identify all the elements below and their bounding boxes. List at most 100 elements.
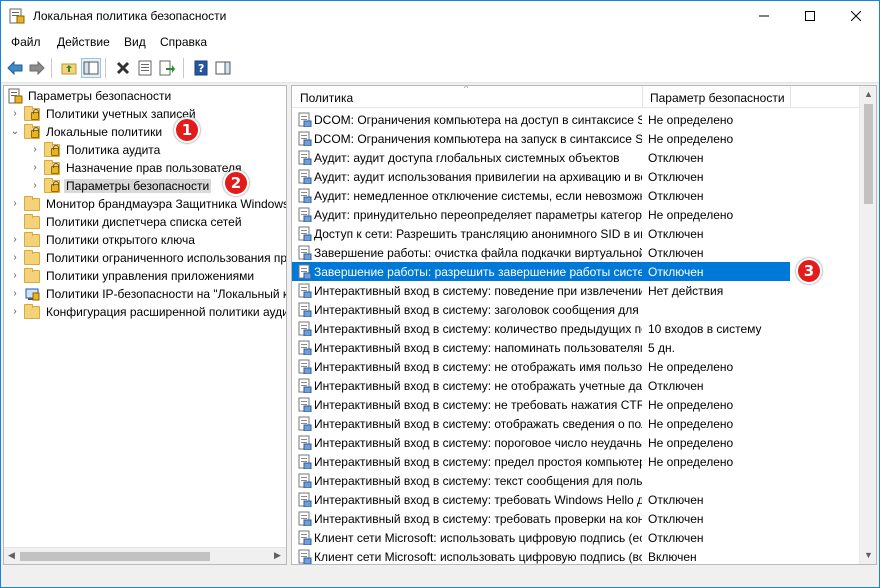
chevron-right-icon[interactable] <box>10 216 20 228</box>
tree-item[interactable]: › Политика аудита <box>4 141 286 159</box>
tree-scroll-thumb[interactable] <box>20 552 210 561</box>
action-pane-button[interactable] <box>213 58 233 78</box>
tree-item[interactable]: ⌄ Локальные политики <box>4 123 286 141</box>
chevron-right-icon[interactable]: › <box>10 234 20 246</box>
chevron-right-icon[interactable]: › <box>10 270 20 282</box>
policy-row[interactable]: Интерактивный вход в систему: предел про… <box>292 452 860 471</box>
tree-item-label: Политики открытого ключа <box>46 233 195 247</box>
tree-horizontal-scrollbar[interactable]: ◀ ▶ <box>4 547 286 564</box>
show-hide-tree-button[interactable] <box>81 58 101 78</box>
back-button[interactable] <box>5 58 25 78</box>
policy-row[interactable]: Аудит: аудит доступа глобальных системны… <box>292 148 860 167</box>
policy-row[interactable]: Интерактивный вход в систему: не требова… <box>292 395 860 414</box>
policy-value: Отключен <box>648 189 704 203</box>
chevron-right-icon[interactable]: › <box>10 306 20 318</box>
policy-name: Интерактивный вход в систему: напоминать… <box>314 341 642 355</box>
locked-folder-icon <box>24 106 40 122</box>
policy-row[interactable]: Интерактивный вход в систему: количество… <box>292 319 860 338</box>
minimize-icon <box>759 15 769 17</box>
console-tree[interactable]: Параметры безопасности › Политики учетных… <box>3 85 287 565</box>
chevron-right-icon[interactable]: › <box>10 108 20 120</box>
policy-row[interactable]: Завершение работы: очистка файла подкачк… <box>292 243 860 262</box>
policy-value: Не определено <box>648 208 734 222</box>
policy-setting-icon <box>298 473 312 489</box>
policy-row[interactable]: Интерактивный вход в систему: требовать … <box>292 490 860 509</box>
policy-row[interactable]: Интерактивный вход в систему: не отображ… <box>292 376 860 395</box>
scroll-left-arrow-icon[interactable]: ◀ <box>8 550 15 561</box>
policy-row[interactable]: Интерактивный вход в систему: отображать… <box>292 414 860 433</box>
policy-row[interactable]: Аудит: немедленное отключение системы, е… <box>292 186 860 205</box>
column-divider[interactable] <box>790 86 791 108</box>
chevron-right-icon[interactable]: › <box>30 144 40 156</box>
close-button[interactable] <box>833 1 879 31</box>
menu-action[interactable]: Действие <box>57 35 110 49</box>
policy-setting-icon <box>298 264 312 280</box>
tree-item[interactable]: › Политики учетных записей <box>4 105 286 123</box>
export-list-button[interactable] <box>157 58 177 78</box>
menu-view[interactable]: Вид <box>124 35 146 49</box>
policy-row[interactable]: Интерактивный вход в систему: поведение … <box>292 281 860 300</box>
chevron-right-icon[interactable]: › <box>10 288 20 300</box>
sort-up-icon: ^ <box>464 85 469 93</box>
policy-row[interactable]: Интерактивный вход в систему: требовать … <box>292 509 860 528</box>
chevron-right-icon[interactable]: › <box>30 162 40 174</box>
scroll-right-arrow-icon[interactable]: ▶ <box>274 550 281 561</box>
policy-row[interactable]: Аудит: принудительно переопределяет пара… <box>292 205 860 224</box>
column-header-setting[interactable]: Параметр безопасности <box>650 91 785 105</box>
column-divider[interactable] <box>642 86 643 108</box>
list-vertical-scrollbar[interactable]: ▲ ▼ <box>859 86 876 564</box>
minimize-button[interactable] <box>741 1 787 31</box>
column-header-policy[interactable]: Политика <box>300 91 353 105</box>
delete-x-icon <box>116 61 130 75</box>
policy-value: Отключен <box>648 170 704 184</box>
scroll-down-arrow-icon[interactable]: ▼ <box>864 550 873 560</box>
policy-row[interactable]: Доступ к сети: Разрешить трансляцию анон… <box>292 224 860 243</box>
menu-help[interactable]: Справка <box>160 35 207 49</box>
policy-list[interactable]: ^ Политика Параметр безопасности DCOM: О… <box>291 85 877 565</box>
policy-row[interactable]: Интерактивный вход в систему: текст сооб… <box>292 471 860 490</box>
policy-row[interactable]: Клиент сети Microsoft: использовать цифр… <box>292 547 860 564</box>
policy-row[interactable]: Интерактивный вход в систему: напоминать… <box>292 338 860 357</box>
title-bar[interactable]: Локальная политика безопасности <box>1 1 879 31</box>
delete-button[interactable] <box>113 58 133 78</box>
menu-file[interactable]: Файл <box>11 35 41 49</box>
tree-item[interactable]: › Конфигурация расширенной политики аудит… <box>4 303 286 321</box>
policy-row[interactable]: Аудит: аудит использования привилегии на… <box>292 167 860 186</box>
policy-setting-icon <box>298 530 312 546</box>
help-button[interactable]: ? <box>191 58 211 78</box>
chevron-down-icon[interactable]: ⌄ <box>10 126 20 138</box>
forward-button[interactable] <box>27 58 47 78</box>
policy-name: Завершение работы: разрешить завершение … <box>314 265 642 279</box>
chevron-right-icon[interactable]: › <box>10 252 20 264</box>
policy-value: Не определено <box>648 455 734 469</box>
policy-setting-icon <box>298 169 312 185</box>
policy-row[interactable]: Завершение работы: разрешить завершение … <box>292 262 790 281</box>
tree-item[interactable]: › Политики ограниченного использования пр… <box>4 249 286 267</box>
chevron-right-icon[interactable]: › <box>30 180 40 192</box>
chevron-right-icon[interactable]: › <box>10 198 20 210</box>
tree-item-label: Политика аудита <box>66 143 161 157</box>
policy-row[interactable]: DCOM: Ограничения компьютера на запуск в… <box>292 129 860 148</box>
policy-row[interactable]: Интерактивный вход в систему: пороговое … <box>292 433 860 452</box>
tree-item[interactable]: Политики диспетчера списка сетей <box>4 213 286 231</box>
policy-row[interactable]: Интерактивный вход в систему: заголовок … <box>292 300 860 319</box>
tree-item[interactable]: › Политики открытого ключа <box>4 231 286 249</box>
tree-item[interactable]: › Политики IP-безопасности на "Локальный … <box>4 285 286 303</box>
scroll-up-arrow-icon[interactable]: ▲ <box>864 89 873 99</box>
list-scroll-thumb[interactable] <box>864 104 873 204</box>
policy-name: Интерактивный вход в систему: отображать… <box>314 417 642 431</box>
policy-row[interactable]: Клиент сети Microsoft: использовать цифр… <box>292 528 860 547</box>
tree-root[interactable]: Параметры безопасности <box>4 87 286 105</box>
policy-row[interactable]: DCOM: Ограничения компьютера на доступ в… <box>292 110 860 129</box>
tree-item[interactable]: › Монитор брандмауэра Защитника Windows <box>4 195 286 213</box>
tree-item[interactable]: › Политики управления приложениями <box>4 267 286 285</box>
toolbar: ? <box>1 53 879 83</box>
policy-name: Интерактивный вход в систему: не отображ… <box>314 360 642 374</box>
policy-setting-icon <box>298 378 312 394</box>
properties-button[interactable] <box>135 58 155 78</box>
policy-row[interactable]: Интерактивный вход в систему: не отображ… <box>292 357 860 376</box>
maximize-button[interactable] <box>787 1 833 31</box>
tree-item-label: Политики управления приложениями <box>46 269 255 283</box>
up-level-button[interactable] <box>59 58 79 78</box>
policy-setting-icon <box>298 359 312 375</box>
